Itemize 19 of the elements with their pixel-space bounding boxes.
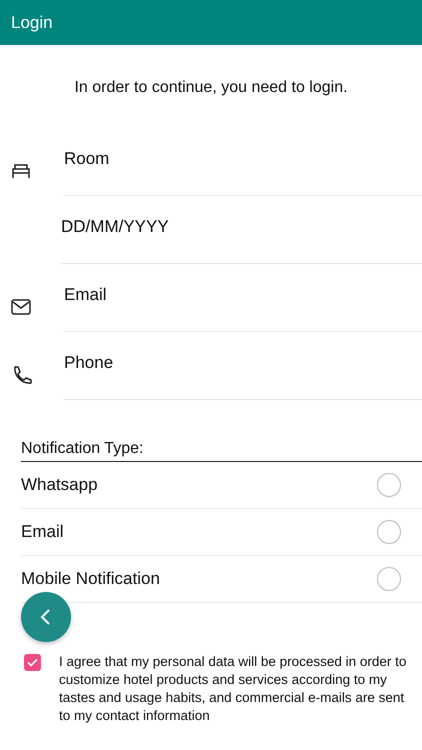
radio-button[interactable] xyxy=(377,567,401,591)
phone-field[interactable]: Phone xyxy=(64,340,422,400)
radio-button[interactable] xyxy=(377,473,401,497)
check-icon xyxy=(27,658,38,667)
radio-option[interactable]: Whatsapp xyxy=(21,462,422,509)
consent-text: I agree that my personal data will be processed in order to customize hotel products and services according to my tastes and usage habits, and commercial e-mails are sent to my contact information xyxy=(59,653,408,725)
option-label: Mobile Notification xyxy=(21,569,160,589)
section-label: Notification Type: xyxy=(21,440,422,462)
email-field[interactable]: Email xyxy=(64,272,422,332)
option-label: Whatsapp xyxy=(21,475,98,495)
app-bar-title: Login xyxy=(11,12,53,32)
intro-text: In order to continue, you need to login. xyxy=(73,78,349,98)
date-field[interactable]: DD/MM/YYYY xyxy=(61,204,422,264)
radio-option[interactable]: Email xyxy=(21,509,422,556)
back-button[interactable] xyxy=(21,592,71,642)
radio-button[interactable] xyxy=(377,520,401,544)
option-label: Email xyxy=(21,522,64,542)
consent-checkbox[interactable] xyxy=(24,654,41,671)
room-field[interactable]: Room xyxy=(64,136,422,196)
